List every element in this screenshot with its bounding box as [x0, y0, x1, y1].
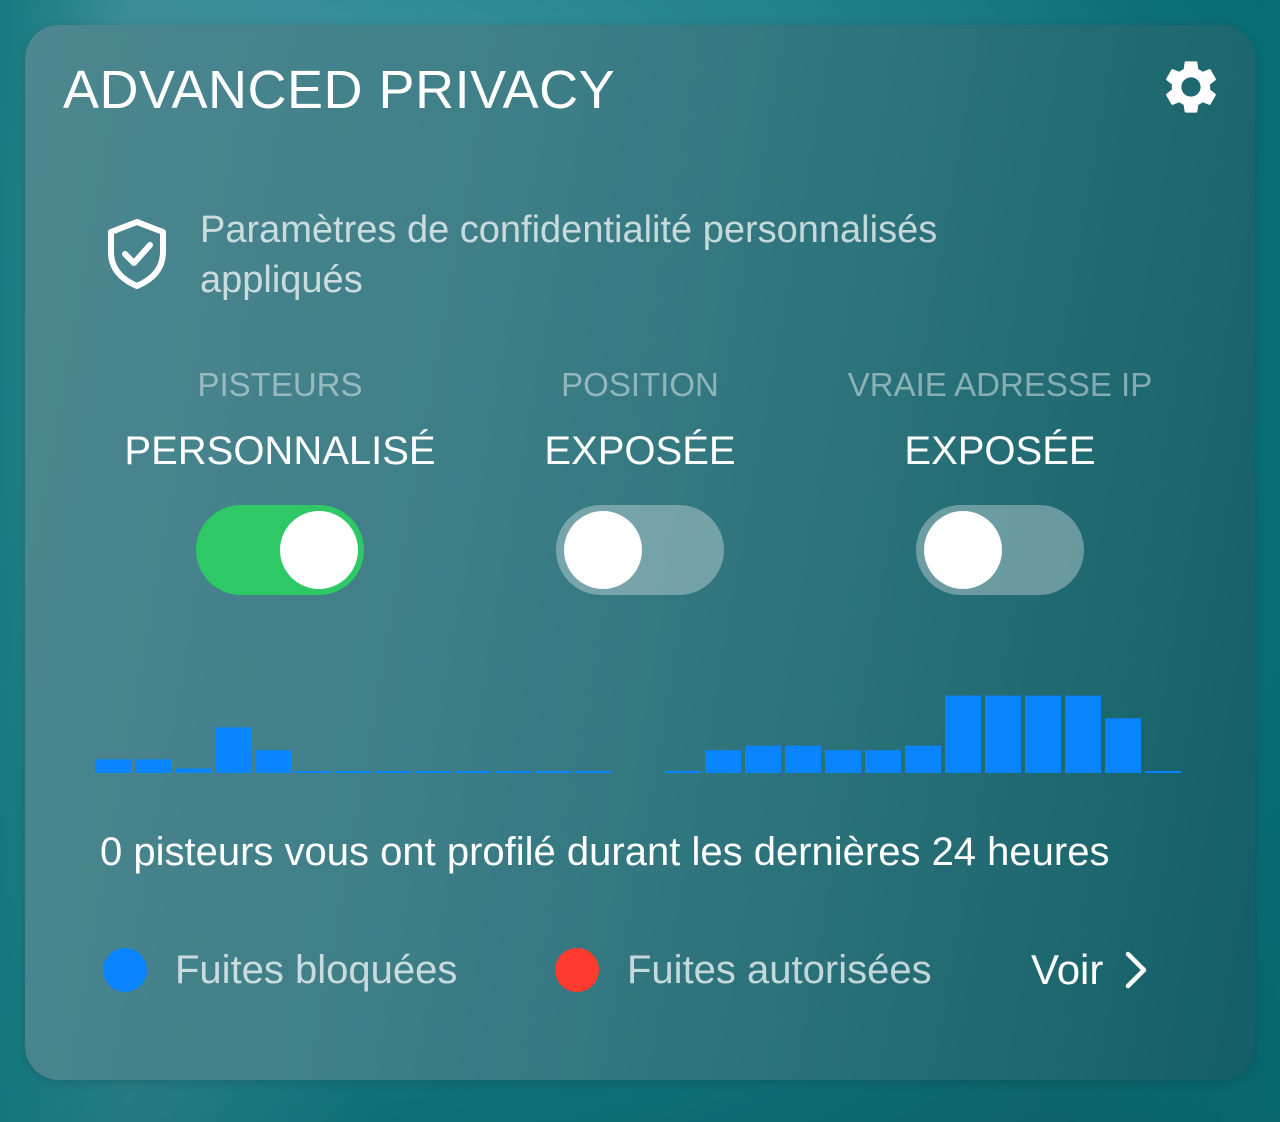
- chart-bar: [455, 771, 491, 773]
- chart-bar: [575, 771, 611, 773]
- chart-bar: [295, 771, 331, 773]
- view-details-link[interactable]: Voir: [1031, 943, 1149, 997]
- chart-bar: [665, 771, 701, 773]
- blocked-dot-icon: [103, 948, 147, 992]
- chart-bar: [255, 750, 291, 773]
- chart-bar: [785, 745, 821, 773]
- chart-bar: [1105, 718, 1141, 773]
- chart-bar: [1025, 695, 1061, 773]
- chart-bar: [495, 771, 531, 773]
- location-value: EXPOSÉE: [544, 429, 736, 473]
- legend-allowed: Fuites autorisées: [555, 945, 932, 995]
- shield-check-icon: [108, 219, 166, 289]
- ip-address-toggle[interactable]: [916, 505, 1084, 595]
- chart-bar: [375, 771, 411, 773]
- advanced-privacy-widget: ADVANCED PRIVACY Paramètres de confident…: [25, 25, 1255, 1080]
- allowed-dot-icon: [555, 948, 599, 992]
- ip-address-column: VRAIE ADRESSE IP EXPOSÉE: [820, 365, 1180, 595]
- chart-bar: [175, 768, 211, 773]
- chart-bar: [95, 759, 131, 773]
- legend-blocked: Fuites bloquées: [103, 945, 457, 995]
- location-toggle[interactable]: [556, 505, 724, 595]
- view-details-label: Voir: [1031, 946, 1104, 993]
- chart-bar: [705, 750, 741, 773]
- chart-bar: [865, 750, 901, 773]
- trackers-label: PISTEURS: [197, 366, 363, 403]
- gear-icon[interactable]: [1159, 55, 1223, 119]
- legend-allowed-label: Fuites autorisées: [627, 947, 932, 992]
- chart-bar: [535, 771, 571, 773]
- trackers-column: PISTEURS PERSONNALISÉ: [100, 365, 460, 595]
- location-column: POSITION EXPOSÉE: [460, 365, 820, 595]
- toggle-knob: [280, 511, 358, 589]
- privacy-status-text: Paramètres de confidentialité personnali…: [200, 209, 938, 301]
- chart-bar: [135, 759, 171, 773]
- trackers-toggle[interactable]: [196, 505, 364, 595]
- chart-bar: [905, 745, 941, 773]
- trackers-summary: 0 pisteurs vous ont profilé durant les d…: [100, 830, 1110, 874]
- chart-bar: [745, 745, 781, 773]
- chevron-right-icon: [1126, 951, 1147, 989]
- location-label: POSITION: [561, 366, 719, 403]
- chart-bar: [1145, 771, 1181, 773]
- chart-bar: [415, 771, 451, 773]
- ip-address-value: EXPOSÉE: [904, 429, 1096, 473]
- chart-bar: [985, 695, 1021, 773]
- ip-address-label: VRAIE ADRESSE IP: [847, 366, 1153, 403]
- widget-title: ADVANCED PRIVACY: [63, 60, 616, 120]
- leaks-bar-chart: [95, 695, 1181, 773]
- toggle-knob: [564, 511, 642, 589]
- chart-bar: [1065, 695, 1101, 773]
- chart-bar: [335, 771, 371, 773]
- toggle-knob: [924, 511, 1002, 589]
- legend-blocked-label: Fuites bloquées: [175, 947, 458, 992]
- chart-bar: [825, 750, 861, 773]
- trackers-value: PERSONNALISÉ: [124, 429, 436, 473]
- chart-bar: [945, 695, 981, 773]
- chart-bar: [215, 727, 251, 773]
